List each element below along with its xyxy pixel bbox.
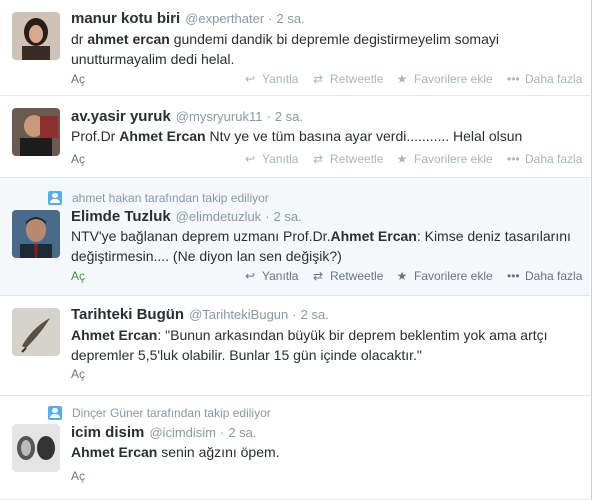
timeline: manur kotu biri @experthater · 2 sa. dr … [0,0,592,500]
star-icon: ★ [396,72,408,86]
avatar[interactable] [12,210,60,258]
tweet-actions: Aç [71,469,576,485]
tweet-actions: Aç ↩ Yanıtla ⇄ Retweetle ★ Favorilere ekle … [71,152,582,168]
tweet-header: Elimde Tuzluk @elimdetuzluk · 2 sa. [71,208,302,225]
expand-link[interactable]: Aç [71,269,85,283]
tweet-header: manur kotu biri @experthater · 2 sa. [71,10,305,27]
fullname[interactable]: Elimde Tuzluk [71,208,171,225]
favorite-label: Favorilere ekle [414,72,493,86]
tweet-item[interactable]: manur kotu biri @experthater · 2 sa. dr … [0,0,590,96]
tweet-item[interactable]: Dinçer Güner tarafından takip ediliyor i… [0,396,590,500]
tweet-actions: Aç ↩ Yanıtla ⇄ Retweetle ★ Favorilere ekle … [71,72,582,88]
avatar-image [12,308,60,356]
retweet-label: Retweetle [330,269,384,283]
timestamp[interactable]: 2 sa. [275,109,303,124]
tweet-text: Ahmet Ercan: "Bunun arkasından büyük bir… [71,327,548,363]
avatar[interactable] [12,12,60,60]
timestamp[interactable]: 2 sa. [274,209,302,224]
person-icon [48,191,62,205]
tweet-item[interactable]: av.yasir yuruk @mysryuruk11 · 2 sa. Prof… [0,96,590,178]
favorite-button[interactable]: ★ Favorilere ekle [396,72,493,86]
tweet-text: dr ahmet ercan gundemi dandik bi depreml… [71,31,499,67]
reply-button[interactable]: ↩ Yanıtla [244,269,299,283]
context-text[interactable]: ahmet hakan tarafından takip ediliyor [72,191,269,205]
more-dots-icon: ••• [507,72,520,86]
retweet-label: Retweetle [330,72,384,86]
tweet-header: av.yasir yuruk @mysryuruk11 · 2 sa. [71,108,303,125]
retweet-icon: ⇄ [312,152,324,166]
tweet-text: NTV'ye bağlanan deprem uzmanı Prof.Dr.Ah… [71,228,571,264]
expand-link[interactable]: Aç [71,469,85,483]
reply-label: Yanıtla [262,152,299,166]
star-icon: ★ [396,152,408,166]
username[interactable]: @TarihtekiBugun [189,307,288,322]
star-icon: ★ [396,269,408,283]
retweet-icon: ⇄ [312,269,324,283]
tweet-header: icim disim @icimdisim · 2 sa. [71,424,257,441]
separator: · [292,307,297,322]
reply-button[interactable]: ↩ Yanıtla [244,152,299,166]
retweet-button[interactable]: ⇄ Retweetle [312,72,383,86]
favorite-label: Favorilere ekle [414,269,493,283]
retweet-button[interactable]: ⇄ Retweetle [312,269,383,283]
favorite-button[interactable]: ★ Favorilere ekle [396,152,493,166]
expand-link[interactable]: Aç [71,72,85,86]
expand-link[interactable]: Aç [71,367,85,381]
tweet-actions: Aç ↩ Yanıtla ⇄ Retweetle ★ Favorilere ekle … [71,269,582,285]
username[interactable]: @elimdetuzluk [176,209,261,224]
separator: · [220,425,225,440]
favorite-label: Favorilere ekle [414,152,493,166]
context-text[interactable]: Dinçer Güner tarafından takip ediliyor [72,406,271,420]
tweet-actions: Aç [71,367,576,383]
tweet-item[interactable]: Tarihteki Bugün @TarihtekiBugun · 2 sa. … [0,296,590,396]
reply-icon: ↩ [244,269,256,283]
retweet-label: Retweetle [330,152,384,166]
reply-button[interactable]: ↩ Yanıtla [244,72,299,86]
tweet-text: Ahmet Ercan senin ağzını öpem. [71,444,280,460]
separator: · [265,209,270,224]
avatar-image [12,12,60,60]
timestamp[interactable]: 2 sa. [228,425,256,440]
tweet-text: Prof.Dr Ahmet Ercan Ntv ye ve tüm basına… [71,128,523,144]
favorite-button[interactable]: ★ Favorilere ekle [396,269,493,283]
reply-icon: ↩ [244,72,256,86]
more-button[interactable]: ••• Daha fazla [507,72,582,86]
more-label: Daha fazla [525,72,583,86]
username[interactable]: @icimdisim [149,425,216,440]
avatar-image [12,108,60,156]
fullname[interactable]: av.yasir yuruk [71,108,171,125]
reply-icon: ↩ [244,152,256,166]
username[interactable]: @experthater [185,11,264,26]
separator: · [266,109,271,124]
tweet-item[interactable]: ahmet hakan tarafından takip ediliyor El… [0,178,590,296]
more-dots-icon: ••• [507,152,520,166]
more-button[interactable]: ••• Daha fazla [507,152,582,166]
avatar[interactable] [12,424,60,472]
more-button[interactable]: ••• Daha fazla [507,269,582,283]
reply-label: Yanıtla [262,72,299,86]
retweet-button[interactable]: ⇄ Retweetle [312,152,383,166]
username[interactable]: @mysryuruk11 [176,109,263,124]
separator: · [268,11,273,26]
fullname[interactable]: Tarihteki Bugün [71,306,184,323]
retweet-icon: ⇄ [312,72,324,86]
fullname[interactable]: manur kotu biri [71,10,180,27]
avatar-image [12,210,60,258]
tweet-context: ahmet hakan tarafından takip ediliyor [48,190,269,206]
person-icon [48,406,62,420]
tweet-header: Tarihteki Bugün @TarihtekiBugun · 2 sa. [71,306,329,323]
avatar-image [12,424,60,472]
tweet-context: Dinçer Güner tarafından takip ediliyor [48,405,271,421]
expand-link[interactable]: Aç [71,152,85,166]
timestamp[interactable]: 2 sa. [301,307,329,322]
avatar[interactable] [12,108,60,156]
timestamp[interactable]: 2 sa. [277,11,305,26]
avatar[interactable] [12,308,60,356]
more-dots-icon: ••• [507,269,520,283]
reply-label: Yanıtla [262,269,299,283]
fullname[interactable]: icim disim [71,424,144,441]
more-label: Daha fazla [525,269,583,283]
more-label: Daha fazla [525,152,583,166]
